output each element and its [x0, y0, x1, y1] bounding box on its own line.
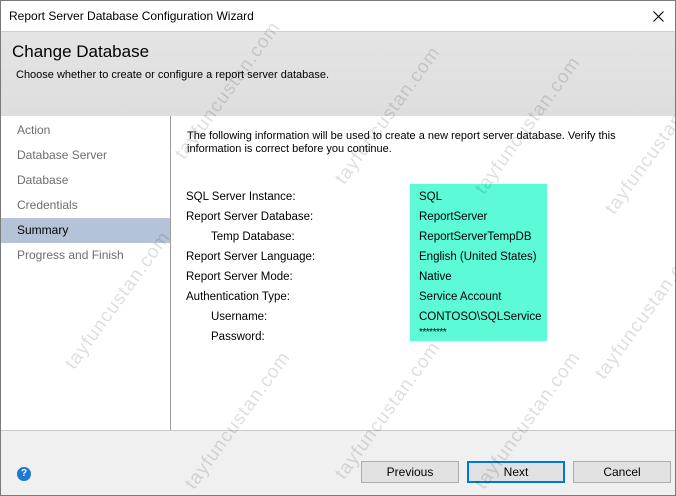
page-header: Change Database Choose whether to create…	[1, 31, 675, 117]
help-icon[interactable]: ?	[17, 467, 31, 481]
wizard-steps-sidebar: Action Database Server Database Credenti…	[1, 116, 170, 430]
wizard-window: Report Server Database Configuration Wiz…	[0, 0, 676, 496]
value-authentication-type: Service Account	[419, 291, 502, 303]
value-username: CONTOSO\SQLService	[419, 311, 542, 323]
cancel-button[interactable]: Cancel	[573, 461, 671, 483]
close-icon	[652, 10, 664, 22]
page-title: Change Database	[12, 42, 150, 61]
value-report-server-language: English (United States)	[419, 251, 537, 263]
value-report-server-mode: Native	[419, 271, 452, 283]
previous-button[interactable]: Previous	[361, 461, 459, 483]
wizard-footer: ? Previous Next Cancel	[1, 431, 675, 495]
sidebar-item-progress-and-finish[interactable]: Progress and Finish	[1, 243, 170, 268]
label-report-server-language: Report Server Language:	[186, 251, 316, 263]
sidebar-item-credentials[interactable]: Credentials	[1, 193, 170, 218]
value-password: ********	[419, 327, 447, 338]
sidebar-item-summary[interactable]: Summary	[1, 218, 170, 243]
sidebar-item-database-server[interactable]: Database Server	[1, 143, 170, 168]
value-report-server-database: ReportServer	[419, 211, 488, 223]
title-bar: Report Server Database Configuration Wiz…	[1, 1, 675, 31]
window-title: Report Server Database Configuration Wiz…	[9, 9, 254, 23]
label-report-server-database: Report Server Database:	[186, 211, 314, 223]
summary-intro-text: The following information will be used t…	[187, 130, 616, 155]
value-sql-server-instance: SQL	[419, 191, 443, 203]
next-button[interactable]: Next	[467, 461, 565, 483]
page-subtitle: Choose whether to create or configure a …	[16, 69, 330, 81]
sidebar-item-action[interactable]: Action	[1, 118, 170, 143]
close-button[interactable]	[641, 1, 675, 31]
value-temp-database: ReportServerTempDB	[419, 231, 532, 243]
label-username: Username:	[211, 311, 268, 323]
label-temp-database: Temp Database:	[211, 231, 295, 243]
label-sql-server-instance: SQL Server Instance:	[186, 191, 296, 203]
sidebar-item-database[interactable]: Database	[1, 168, 170, 193]
label-report-server-mode: Report Server Mode:	[186, 271, 293, 283]
label-password: Password:	[211, 331, 265, 343]
label-authentication-type: Authentication Type:	[186, 291, 290, 303]
summary-panel: The following information will be used t…	[171, 116, 675, 430]
